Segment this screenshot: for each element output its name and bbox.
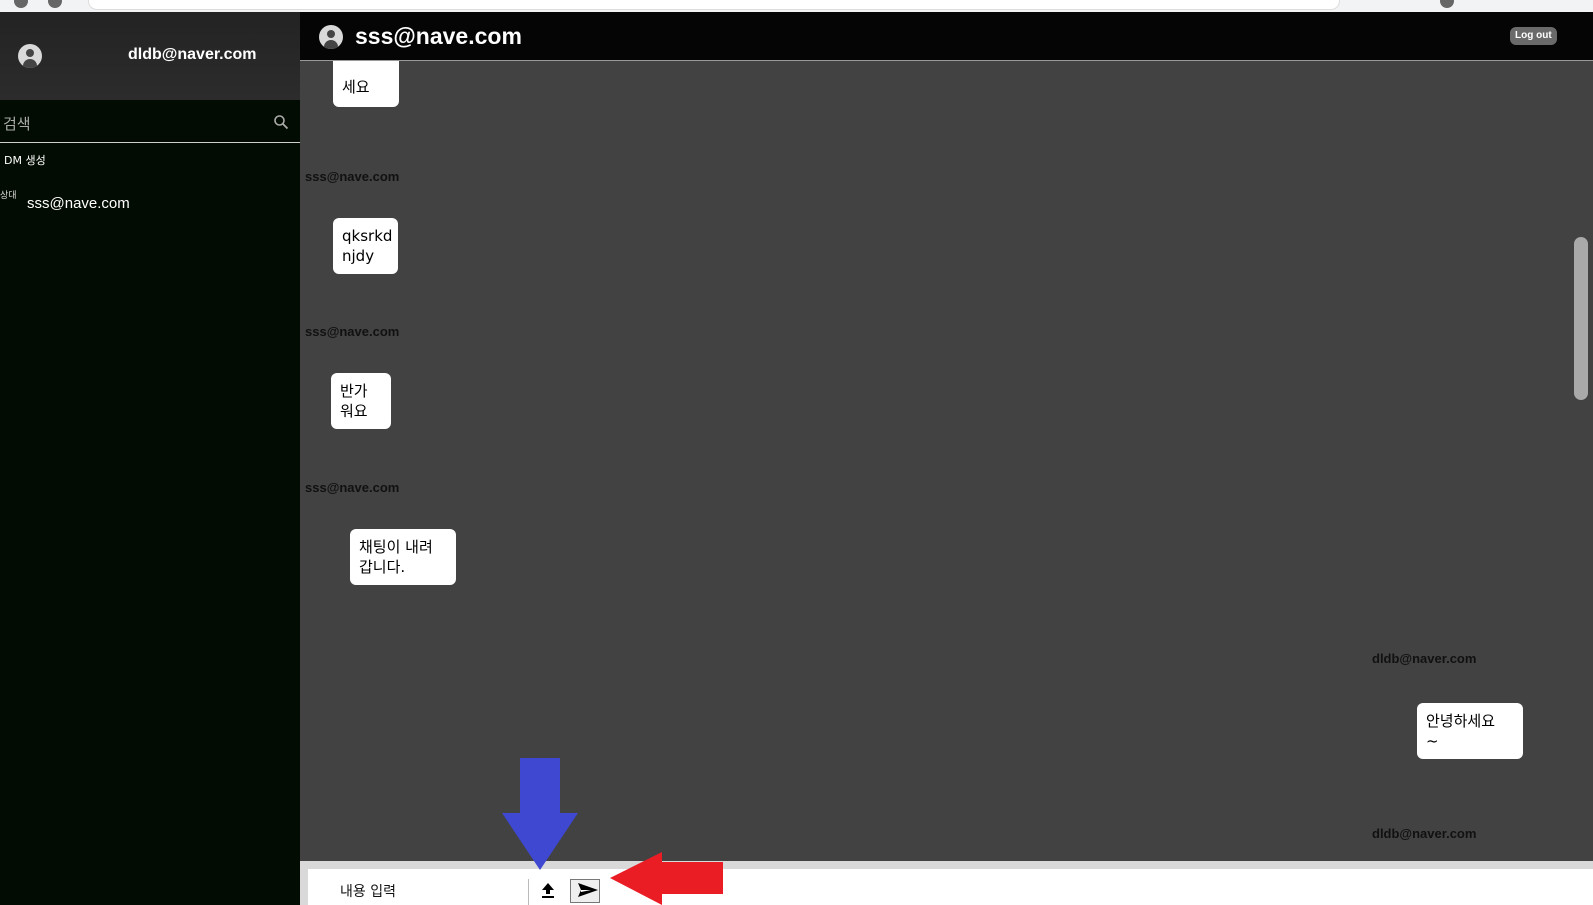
address-bar[interactable]	[88, 0, 1340, 10]
logout-button[interactable]: Log out	[1510, 27, 1557, 45]
message-bubble: 채팅이 내려 갑니다.	[350, 529, 456, 585]
send-icon	[578, 882, 598, 897]
reload-icon[interactable]	[48, 0, 62, 8]
message-composer	[300, 861, 1593, 905]
sidebar-header: dldb@naver.com	[0, 12, 300, 100]
red-arrow-annotation-icon	[610, 852, 723, 905]
profile-icon[interactable]	[1440, 0, 1454, 8]
user-avatar-icon	[18, 44, 42, 68]
message-bubble: qksrkd njdy	[333, 218, 398, 274]
scrollbar-thumb[interactable]	[1574, 237, 1588, 400]
message-sender: dldb@naver.com	[1372, 826, 1477, 841]
current-user-email: dldb@naver.com	[128, 46, 257, 63]
chat-panel: sss@nave.com Log out 세요 sss@nave.com qks…	[300, 12, 1593, 905]
upload-button[interactable]	[534, 879, 562, 903]
dm-create-button[interactable]: DM 생성	[4, 152, 46, 168]
message-sender: sss@nave.com	[305, 324, 400, 339]
scrollbar-track[interactable]	[1570, 61, 1593, 876]
message-sender: sss@nave.com	[305, 480, 400, 495]
sidebar: dldb@naver.com DM 생성 상대 sss@nave.com	[0, 12, 300, 905]
blue-arrow-annotation-icon	[502, 758, 578, 870]
chat-header: sss@nave.com Log out	[300, 12, 1593, 61]
message-bubble: 안녕하세요 ~	[1417, 703, 1523, 759]
chat-title: sss@nave.com	[355, 23, 522, 49]
dm-list-item-label: sss@nave.com	[27, 195, 130, 212]
upload-icon	[542, 882, 554, 898]
message-sender: dldb@naver.com	[1372, 651, 1477, 666]
message-list[interactable]: 세요 sss@nave.com qksrkd njdy sss@nave.com…	[300, 61, 1570, 876]
message-sender: sss@nave.com	[305, 169, 400, 184]
back-icon[interactable]	[14, 0, 28, 8]
search-bar	[0, 104, 300, 143]
search-icon[interactable]	[273, 114, 289, 130]
dm-list-item[interactable]: 상대 sss@nave.com	[0, 190, 300, 220]
search-input[interactable]	[0, 110, 255, 138]
chat-partner-avatar-icon	[319, 25, 343, 49]
send-button[interactable]	[570, 879, 600, 903]
message-bubble: 반가 워요	[331, 373, 391, 429]
message-bubble: 세요	[333, 61, 399, 107]
broken-image-icon: 상대	[0, 191, 17, 201]
message-input[interactable]	[338, 877, 522, 905]
